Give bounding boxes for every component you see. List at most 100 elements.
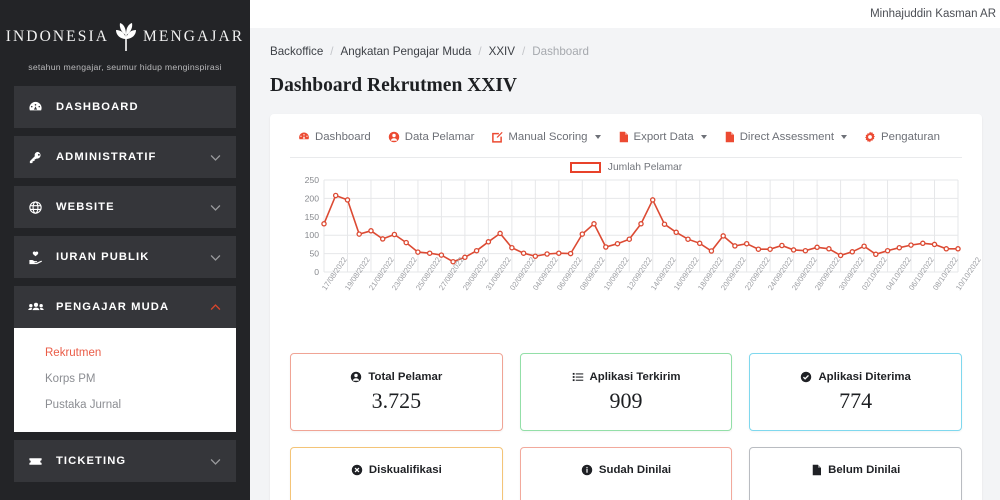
stat-card-label: Aplikasi Terkirim (589, 370, 681, 383)
stat-card-header: Total Pelamar (350, 371, 442, 383)
toolbar-item-pengaturan[interactable]: Pengaturan (864, 131, 940, 143)
toolbar-item-label: Dashboard (315, 131, 371, 143)
svg-text:150: 150 (305, 212, 320, 222)
sidebar-subitem-pustaka-jurnal[interactable]: Pustaka Jurnal (14, 392, 236, 418)
current-user-name[interactable]: Minhajuddin Kasman AR (870, 8, 996, 20)
applicants-line-chart: Jumlah Pelamar 0 50 100 150 200 250 17/08/202… (290, 162, 983, 339)
chevron-up-icon (210, 303, 221, 310)
stat-card-label: Aplikasi Diterima (818, 370, 911, 383)
hand-heart-icon (28, 250, 45, 265)
speedometer-icon (28, 100, 45, 115)
stat-card-header: Sudah Dinilai (581, 464, 671, 476)
breadcrumb-separator: / (522, 45, 526, 58)
stat-card-label: Belum Dinilai (828, 464, 901, 476)
breadcrumb-item-1[interactable]: Angkatan Pengajar Muda (341, 45, 472, 58)
breadcrumb-item-3: Dashboard (532, 45, 589, 58)
stat-card-total-pelamar[interactable]: Total Pelamar 3.725 (290, 353, 503, 431)
sidebar-item-pengajar-muda[interactable]: PENGAJAR MUDA (14, 286, 236, 328)
svg-text:200: 200 (305, 193, 320, 203)
svg-text:0: 0 (314, 267, 319, 277)
toolbar-item-export-data[interactable]: Export Data (618, 131, 707, 143)
file-icon (811, 464, 822, 476)
breadcrumb-separator: / (330, 45, 334, 58)
ticket-icon (28, 454, 45, 469)
brand-word-right: MENGAJAR (143, 28, 245, 45)
chart-plot-area: 0 50 100 150 200 250 (305, 176, 961, 277)
sidebar-submenu-pengajar-muda: Rekrutmen Korps PM Pustaka Jurnal (14, 328, 236, 432)
chevron-down-icon (594, 135, 601, 139)
speedometer-icon (298, 131, 310, 143)
toolbar: Dashboard Data Pelamar Manual Scoring Ex… (290, 131, 962, 143)
chart-x-axis-labels: 17/08/2022 19/08/2022 21/08/2022 23/08/2022… (290, 255, 983, 339)
stat-card-value: 3.725 (371, 387, 422, 413)
sidebar-item-ticketing[interactable]: TICKETING (14, 440, 236, 482)
stat-card-header: Aplikasi Diterima (800, 370, 911, 383)
file-icon (618, 131, 629, 143)
sidebar-item-label: WEBSITE (56, 201, 115, 213)
legend-swatch (569, 162, 601, 173)
sidebar-subitem-rekrutmen[interactable]: Rekrutmen (14, 340, 236, 366)
stat-card-header: Aplikasi Terkirim (572, 370, 681, 383)
toolbar-item-label: Export Data (633, 131, 694, 143)
stats-row-primary: Total Pelamar 3.725 Aplikasi Terkirim 90… (290, 353, 963, 431)
stat-card-value: 774 (839, 387, 873, 413)
stat-card-header: Belum Dinilai (811, 464, 900, 476)
breadcrumb: Backoffice / Angkatan Pengajar Muda / XX… (270, 45, 982, 58)
chart-legend: Jumlah Pelamar (290, 162, 962, 173)
chevron-down-icon (700, 135, 707, 139)
x-circle-icon (351, 464, 363, 476)
sidebar-item-label: PENGAJAR MUDA (56, 301, 170, 313)
sidebar-item-website[interactable]: WEBSITE (14, 186, 236, 228)
main-area: Minhajuddin Kasman AR Backoffice / Angka… (250, 0, 1000, 500)
dashboard-card: Dashboard Data Pelamar Manual Scoring Ex… (270, 114, 983, 500)
users-group-icon (28, 300, 45, 315)
chevron-down-icon (210, 458, 221, 465)
stat-card-aplikasi-diterima[interactable]: Aplikasi Diterima 774 (749, 353, 963, 431)
sidebar-item-dashboard[interactable]: DASHBOARD (14, 86, 236, 128)
toolbar-item-label: Data Pelamar (404, 131, 475, 143)
toolbar-item-data-pelamar[interactable]: Data Pelamar (388, 131, 475, 143)
stat-card-label: Total Pelamar (368, 370, 443, 383)
sidebar-item-administratif[interactable]: ADMINISTRATIF (14, 136, 236, 178)
globe-icon (28, 200, 45, 215)
stat-card-header: Diskualifikasi (351, 464, 442, 476)
stat-card-sudah-dinilai[interactable]: Sudah Dinilai (519, 447, 733, 500)
brand-block: INDONESIA MENGAJAR setahun mengajar, seu… (0, 0, 250, 86)
svg-text:100: 100 (305, 230, 320, 240)
key-icon (28, 150, 45, 165)
stat-card-label: Sudah Dinilai (598, 464, 672, 476)
brand-row: INDONESIA MENGAJAR (0, 22, 250, 52)
breadcrumb-item-0[interactable]: Backoffice (270, 45, 323, 58)
breadcrumb-separator: / (478, 45, 482, 58)
info-circle-icon (581, 464, 593, 476)
chevron-down-icon (210, 204, 221, 211)
sidebar-item-iuran-publik[interactable]: IURAN PUBLIK (14, 236, 236, 278)
gear-icon (864, 131, 876, 143)
stat-card-belum-dinilai[interactable]: Belum Dinilai (749, 447, 963, 500)
sidebar: INDONESIA MENGAJAR setahun mengajar, seu… (0, 0, 250, 500)
plant-sprout-icon (116, 23, 137, 51)
chevron-down-icon (210, 154, 221, 161)
stat-card-label: Diskualifikasi (368, 464, 442, 476)
sidebar-item-label: ADMINISTRATIF (56, 151, 157, 163)
stats-row-secondary: Diskualifikasi Sudah Dinilai Belum Dinil… (290, 447, 963, 500)
edit-square-icon (491, 131, 503, 143)
toolbar-item-direct-assessment[interactable]: Direct Assessment (724, 131, 848, 143)
sidebar-item-label: IURAN PUBLIK (56, 251, 150, 263)
stat-card-aplikasi-terkirim[interactable]: Aplikasi Terkirim 909 (519, 353, 733, 431)
svg-text:250: 250 (305, 176, 320, 185)
toolbar-divider (290, 157, 962, 158)
list-icon (572, 371, 584, 383)
user-circle-icon (350, 371, 362, 383)
toolbar-item-dashboard[interactable]: Dashboard (298, 131, 371, 143)
user-circle-icon (388, 131, 400, 143)
file-icon (724, 131, 735, 143)
stat-card-diskualifikasi[interactable]: Diskualifikasi (290, 447, 503, 500)
breadcrumb-item-2[interactable]: XXIV (489, 45, 515, 58)
brand-tagline: setahun mengajar, seumur hidup menginspi… (28, 62, 222, 72)
sidebar-subitem-korps-pm[interactable]: Korps PM (14, 366, 236, 392)
page-content: Backoffice / Angkatan Pengajar Muda / XX… (250, 28, 1000, 500)
toolbar-item-manual-scoring[interactable]: Manual Scoring (491, 131, 601, 143)
toolbar-item-label: Pengaturan (881, 131, 940, 143)
toolbar-item-label: Manual Scoring (508, 131, 588, 143)
